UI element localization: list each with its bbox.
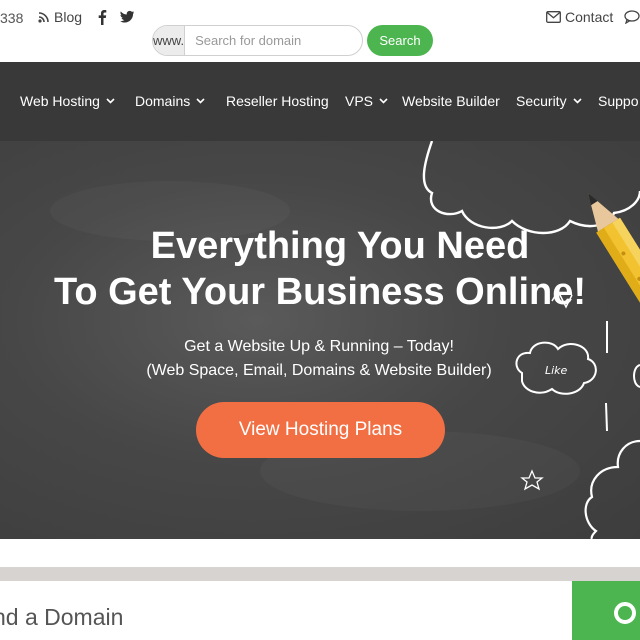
domain-search-input[interactable] bbox=[185, 26, 362, 55]
chevron-down-icon bbox=[379, 98, 388, 104]
www-prefix: www. bbox=[153, 26, 186, 55]
domain-search-box: www. bbox=[152, 25, 363, 56]
nav-item-label: VPS bbox=[345, 93, 374, 109]
hero-banner: Like Everything You Need To Get Your Bus… bbox=[0, 141, 640, 539]
search-button[interactable]: Search bbox=[367, 25, 433, 56]
nav-item-support[interactable]: Suppo bbox=[598, 93, 638, 109]
nav-item-label: Security bbox=[516, 93, 567, 109]
blog-label: Blog bbox=[54, 9, 83, 25]
nav-item-security[interactable]: Security bbox=[516, 93, 582, 109]
nav-item-vps[interactable]: VPS bbox=[345, 93, 388, 109]
nav-item-label: Suppo bbox=[598, 93, 639, 109]
top-bar: 338 Blog www. Search Contact bbox=[0, 0, 640, 62]
nav-item-label: Web Hosting bbox=[20, 93, 100, 109]
chevron-down-icon bbox=[106, 98, 115, 104]
nav-item-label: Domains bbox=[135, 93, 191, 109]
facebook-icon[interactable] bbox=[97, 9, 107, 25]
envelope-icon bbox=[546, 11, 561, 23]
find-domain-label: nd a Domain bbox=[0, 604, 124, 630]
nav-item-label: Reseller Hosting bbox=[226, 93, 329, 109]
blog-link[interactable]: Blog bbox=[38, 9, 82, 25]
rss-icon bbox=[38, 12, 49, 23]
twitter-icon[interactable] bbox=[120, 10, 134, 24]
nav-item-label: Website Builder bbox=[402, 93, 500, 109]
nav-item-web-hosting[interactable]: Web Hosting bbox=[20, 93, 115, 109]
nav-item-website-builder[interactable]: Website Builder bbox=[402, 93, 500, 109]
hero-headline-line1: Everything You Need bbox=[150, 225, 530, 267]
view-hosting-plans-button[interactable]: View Hosting Plans bbox=[196, 402, 445, 458]
section-gap bbox=[0, 539, 640, 567]
contact-label: Contact bbox=[565, 9, 614, 25]
chat-icon[interactable] bbox=[624, 10, 640, 24]
phone-number[interactable]: 338 bbox=[0, 10, 23, 26]
contact-link[interactable]: Contact bbox=[546, 9, 613, 25]
nav-item-reseller-hosting[interactable]: Reseller Hosting bbox=[226, 93, 329, 109]
section-divider bbox=[0, 567, 640, 581]
hero-subline-2: (Web Space, Email, Domains & Website Bui… bbox=[146, 362, 492, 379]
main-nav: Web Hosting Domains Reseller Hosting VPS… bbox=[0, 62, 640, 141]
nav-item-domains[interactable]: Domains bbox=[135, 93, 205, 109]
chevron-down-icon bbox=[573, 98, 582, 104]
search-icon bbox=[614, 602, 636, 624]
chevron-down-icon bbox=[196, 98, 205, 104]
hero-headline-line2: To Get Your Business Online! bbox=[53, 271, 587, 313]
hero-subline-1: Get a Website Up & Running – Today! bbox=[184, 338, 454, 355]
